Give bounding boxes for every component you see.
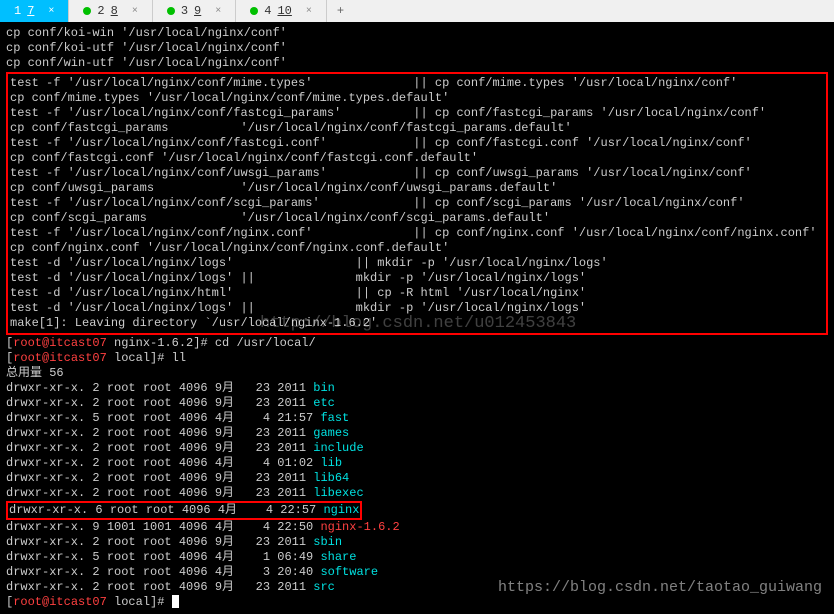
close-icon[interactable]: ×: [215, 6, 221, 17]
list-item: drwxr-xr-x. 9 1001 1001 4096 4月 4 22:50 …: [6, 520, 828, 535]
output-line: test -f '/usr/local/nginx/conf/uwsgi_par…: [10, 166, 824, 181]
tab-label: 10: [277, 4, 291, 18]
prompt-line: [root@itcast07 local]#: [6, 595, 828, 610]
status-dot-icon: [83, 7, 91, 15]
list-item: drwxr-xr-x. 2 root root 4096 9月 23 2011 …: [6, 381, 828, 396]
new-tab-button[interactable]: +: [327, 2, 354, 20]
output-line: test -f '/usr/local/nginx/conf/nginx.con…: [10, 226, 824, 241]
list-item: drwxr-xr-x. 2 root root 4096 9月 23 2011 …: [6, 426, 828, 441]
output-line: test -d '/usr/local/nginx/logs' || mkdir…: [10, 256, 824, 271]
close-icon[interactable]: ×: [306, 6, 312, 17]
output-line: cp conf/fastcgi.conf '/usr/local/nginx/c…: [10, 151, 824, 166]
output-line: cp conf/nginx.conf '/usr/local/nginx/con…: [10, 241, 824, 256]
tab-number: 4: [264, 4, 271, 18]
list-item: drwxr-xr-x. 2 root root 4096 9月 23 2011 …: [6, 535, 828, 550]
tab-number: 3: [181, 4, 188, 18]
list-item: drwxr-xr-x. 6 root root 4096 4月 4 22:57 …: [6, 501, 828, 520]
tab-label: 8: [111, 4, 118, 18]
total-line: 总用量 56: [6, 366, 828, 381]
list-item: drwxr-xr-x. 5 root root 4096 4月 1 06:49 …: [6, 550, 828, 565]
list-item: drwxr-xr-x. 2 root root 4096 4月 4 01:02 …: [6, 456, 828, 471]
tab-4[interactable]: 4 10 ×: [236, 0, 327, 22]
output-line: cp conf/scgi_params '/usr/local/nginx/co…: [10, 211, 824, 226]
output-line: test -d '/usr/local/nginx/logs' || mkdir…: [10, 271, 824, 286]
tab-1[interactable]: 17 ×: [0, 0, 69, 22]
list-item: drwxr-xr-x. 5 root root 4096 4月 4 21:57 …: [6, 411, 828, 426]
highlighted-entry: drwxr-xr-x. 6 root root 4096 4月 4 22:57 …: [6, 501, 362, 520]
list-item: drwxr-xr-x. 2 root root 4096 9月 23 2011 …: [6, 486, 828, 501]
output-line: test -d '/usr/local/nginx/html' || cp -R…: [10, 286, 824, 301]
close-icon[interactable]: ×: [132, 6, 138, 17]
output-line: cp conf/fastcgi_params '/usr/local/nginx…: [10, 121, 824, 136]
output-line: make[1]: Leaving directory `/usr/local/n…: [10, 316, 824, 331]
output-line: cp conf/uwsgi_params '/usr/local/nginx/c…: [10, 181, 824, 196]
tab-3[interactable]: 39 ×: [153, 0, 236, 22]
highlighted-output: test -f '/usr/local/nginx/conf/mime.type…: [6, 72, 828, 335]
status-dot-icon: [250, 7, 258, 15]
prompt-line: [root@itcast07 local]# ll: [6, 351, 828, 366]
tab-number: 1: [14, 4, 21, 18]
terminal[interactable]: cp conf/koi-win '/usr/local/nginx/conf'c…: [0, 22, 834, 614]
close-icon[interactable]: ×: [48, 6, 54, 17]
cursor-icon: [172, 595, 179, 608]
output-line: cp conf/mime.types '/usr/local/nginx/con…: [10, 91, 824, 106]
status-dot-icon: [167, 7, 175, 15]
tab-label: 7: [27, 4, 34, 18]
list-item: drwxr-xr-x. 2 root root 4096 4月 3 20:40 …: [6, 565, 828, 580]
list-item: drwxr-xr-x. 2 root root 4096 9月 23 2011 …: [6, 471, 828, 486]
list-item: drwxr-xr-x. 2 root root 4096 9月 23 2011 …: [6, 580, 828, 595]
tab-number: 2: [97, 4, 104, 18]
prompt-line: [root@itcast07 nginx-1.6.2]# cd /usr/loc…: [6, 336, 828, 351]
output-line: cp conf/win-utf '/usr/local/nginx/conf': [6, 56, 828, 71]
output-line: test -f '/usr/local/nginx/conf/scgi_para…: [10, 196, 824, 211]
tab-2[interactable]: 28 ×: [69, 0, 152, 22]
output-line: cp conf/koi-win '/usr/local/nginx/conf': [6, 26, 828, 41]
list-item: drwxr-xr-x. 2 root root 4096 9月 23 2011 …: [6, 396, 828, 411]
output-line: test -f '/usr/local/nginx/conf/fastcgi.c…: [10, 136, 824, 151]
output-line: test -f '/usr/local/nginx/conf/fastcgi_p…: [10, 106, 824, 121]
tab-bar: 17 × 28 × 39 × 4 10 × +: [0, 0, 834, 22]
tab-label: 9: [194, 4, 201, 18]
output-line: test -f '/usr/local/nginx/conf/mime.type…: [10, 76, 824, 91]
list-item: drwxr-xr-x. 2 root root 4096 9月 23 2011 …: [6, 441, 828, 456]
output-line: cp conf/koi-utf '/usr/local/nginx/conf': [6, 41, 828, 56]
output-line: test -d '/usr/local/nginx/logs' || mkdir…: [10, 301, 824, 316]
